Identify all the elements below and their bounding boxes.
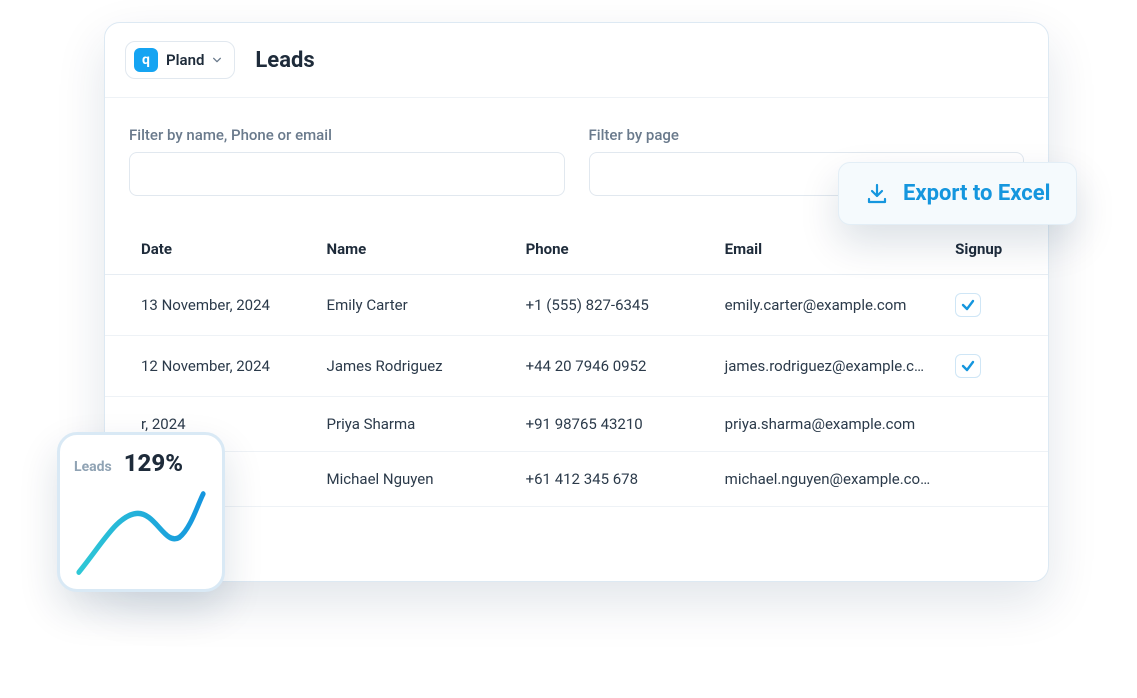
cell-email: james.rodriguez@example.com [713,336,944,397]
col-header-email[interactable]: Email [713,224,944,275]
name-filter-input[interactable] [129,152,565,196]
leads-panel: q Pland Leads Filter by name, Phone or e… [104,22,1049,582]
widget-title: Leads [74,459,112,475]
panel-header: q Pland Leads [105,23,1048,98]
brand-name: Pland [166,51,204,69]
brand-selector[interactable]: q Pland [125,41,235,79]
export-excel-button[interactable]: Export to Excel [838,162,1077,225]
cell-signup [943,397,1048,452]
page-title: Leads [255,48,314,73]
check-icon [955,354,981,378]
page-filter-label: Filter by page [589,126,1025,144]
export-excel-label: Export to Excel [903,181,1050,206]
cell-email: michael.nguyen@example.com [713,452,944,507]
col-header-phone[interactable]: Phone [514,224,713,275]
col-header-date[interactable]: Date [105,224,315,275]
table-row[interactable]: r, 2024Michael Nguyen+61 412 345 678mich… [105,452,1048,507]
cell-name: Priya Sharma [315,397,514,452]
chevron-down-icon [212,55,222,65]
table-row[interactable]: 13 November, 2024Emily Carter+1 (555) 82… [105,275,1048,336]
download-icon [865,182,889,206]
table-row[interactable]: 12 November, 2024James Rodriguez+44 20 7… [105,336,1048,397]
widget-header: Leads 129% [74,449,208,477]
table-row[interactable]: r, 2024Priya Sharma+91 98765 43210priya.… [105,397,1048,452]
widget-value: 129% [124,449,183,477]
cell-name: Michael Nguyen [315,452,514,507]
cell-phone: +61 412 345 678 [514,452,713,507]
cell-phone: +1 (555) 827-6345 [514,275,713,336]
col-header-signup[interactable]: Signup [943,224,1048,275]
cell-signup [943,452,1048,507]
cell-signup [943,336,1048,397]
cell-name: James Rodriguez [315,336,514,397]
table-header-row: Date Name Phone Email Signup [105,224,1048,275]
cell-date: 12 November, 2024 [105,336,315,397]
name-filter-group: Filter by name, Phone or email [129,126,565,196]
leads-widget: Leads 129% [57,432,225,592]
cell-email: emily.carter@example.com [713,275,944,336]
cell-email: priya.sharma@example.com [713,397,944,452]
cell-phone: +44 20 7946 0952 [514,336,713,397]
cell-name: Emily Carter [315,275,514,336]
name-filter-label: Filter by name, Phone or email [129,126,565,144]
cell-date: 13 November, 2024 [105,275,315,336]
cell-phone: +91 98765 43210 [514,397,713,452]
cell-signup [943,275,1048,336]
leads-table: Date Name Phone Email Signup 13 November… [105,224,1048,507]
brand-logo-icon: q [134,48,158,72]
check-icon [955,293,981,317]
col-header-name[interactable]: Name [315,224,514,275]
trend-line-icon [74,483,208,581]
